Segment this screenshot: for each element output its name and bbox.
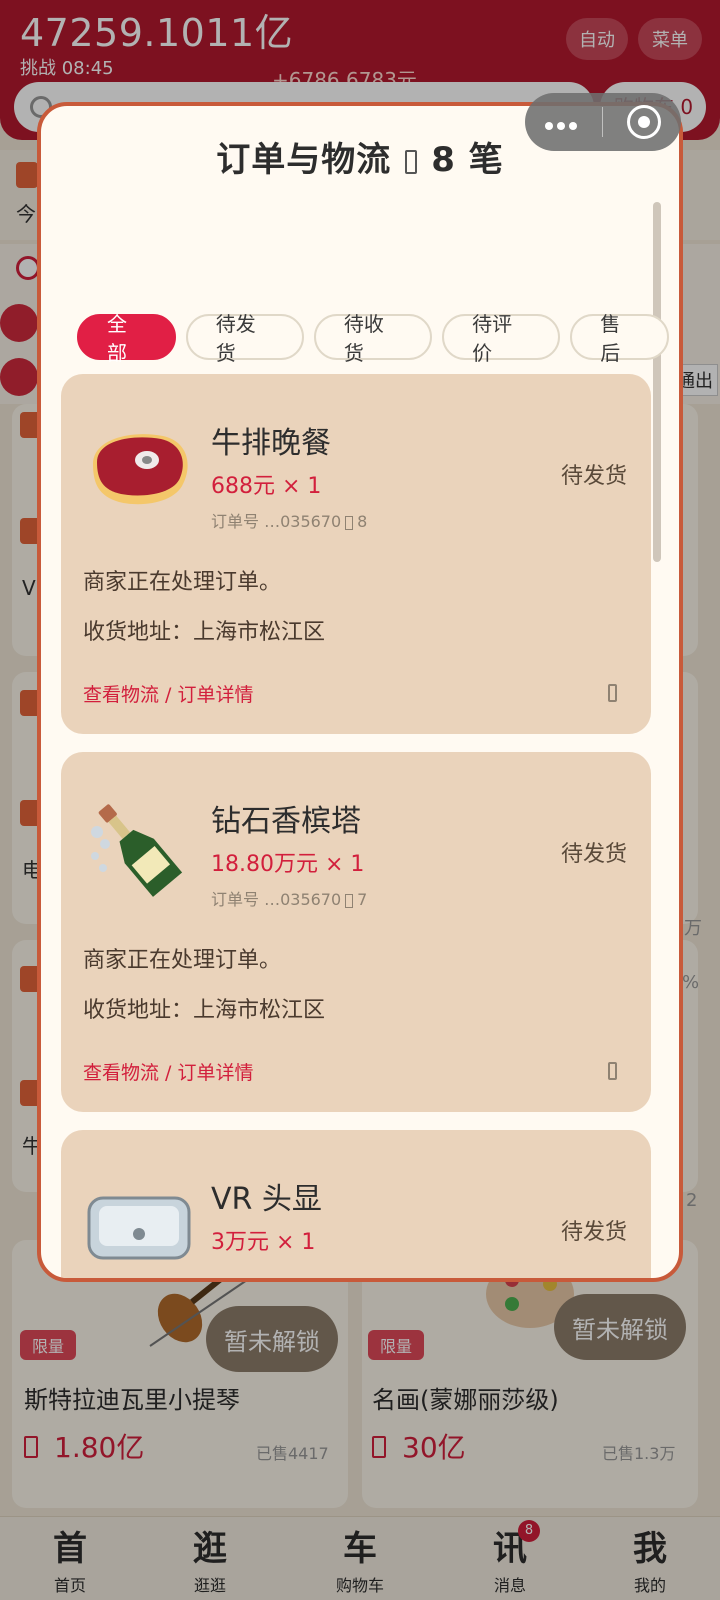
order-address: 收货地址：上海市松江区 [83,998,326,1023]
filter-after-sales[interactable]: 售后 [570,312,669,365]
order-price: 3万元 × 1 [211,1230,316,1255]
chevron-right-icon[interactable] [608,1062,617,1080]
order-status: 待发货 [560,1220,627,1245]
filter-to-receive[interactable]: 待收货 [313,312,433,365]
filter-all[interactable]: 全部 [77,312,176,365]
filter-to-ship[interactable]: 待发货 [185,312,304,365]
order-message: 商家正在处理订单。 [83,570,282,595]
order-number: 订单号 …035670 7 [211,890,368,909]
order-card[interactable]: VR 头显 3万元 × 1 待发货 [61,1130,651,1278]
order-count: 8 笔 [431,140,504,180]
close-target-icon[interactable] [627,105,661,139]
modal-title-text: 订单与物流 [216,140,392,180]
orders-modal: 订单与物流 8 笔 全部 待发货 待收货 待评价 售后 牛排晚餐 688元 × 1… [37,102,683,1282]
scrollbar[interactable] [653,202,661,562]
order-message: 商家正在处理订单。 [83,948,282,973]
order-product-name: VR 头显 [211,1182,322,1217]
chevron-right-icon[interactable] [608,684,617,702]
package-icon [405,149,418,174]
miniapp-capsule [525,93,681,151]
vr-headset-icon [87,1196,191,1260]
more-icon[interactable] [545,115,585,130]
order-filter-tabs: 全部 待发货 待收货 待评价 售后 [77,312,679,365]
order-product-name: 牛排晚餐 [211,426,331,461]
order-detail-link[interactable]: 查看物流 / 订单详情 [83,1058,253,1085]
order-product-name: 钻石香槟塔 [211,804,361,839]
order-card[interactable]: 牛排晚餐 688元 × 1 订单号 …035670 8 待发货 商家正在处理订单。… [61,374,651,734]
order-card[interactable]: 钻石香槟塔 18.80万元 × 1 订单号 …035670 7 待发货 商家正在处… [61,752,651,1112]
champagne-icon [91,804,183,897]
order-detail-link[interactable]: 查看物流 / 订单详情 [83,680,253,707]
filter-to-review[interactable]: 待评价 [442,312,561,365]
order-number: 订单号 …035670 8 [211,512,368,531]
steak-icon [93,434,188,505]
order-status: 待发货 [560,464,627,489]
order-price: 18.80万元 × 1 [211,852,365,877]
order-price: 688元 × 1 [211,474,322,499]
order-status: 待发货 [560,842,627,867]
order-address: 收货地址：上海市松江区 [83,620,326,645]
